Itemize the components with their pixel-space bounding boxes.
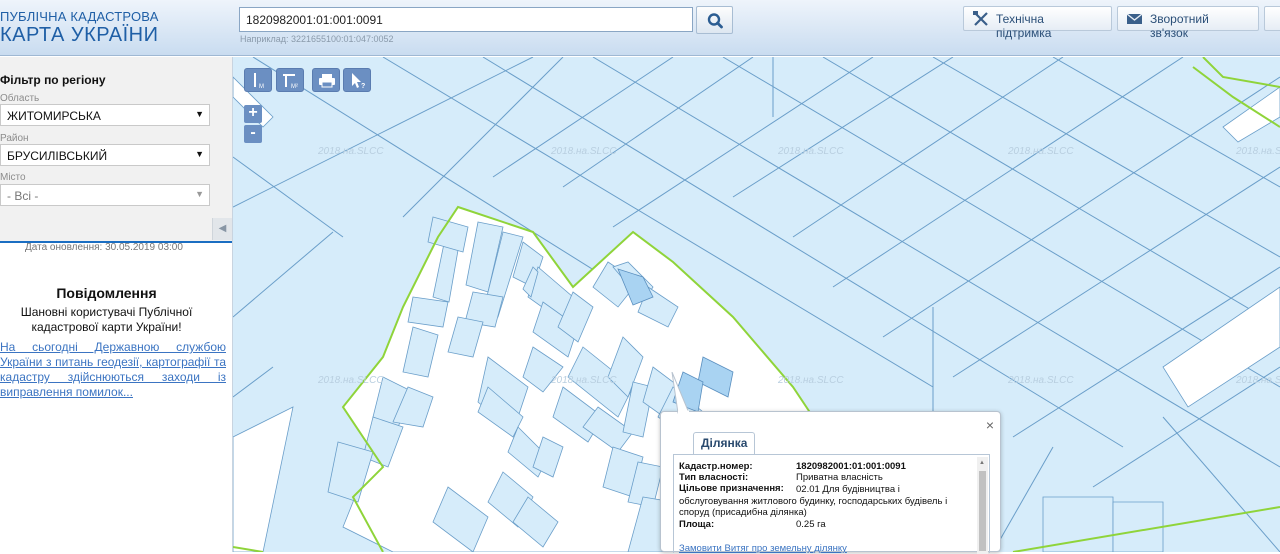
pointer-help-icon: ? (352, 73, 365, 90)
sidebar: Фільтр по регіону Область ЖИТОМИРСЬКА ▼ … (0, 57, 233, 552)
area-row: Площа: 0.25 га (679, 519, 826, 530)
more-button[interactable] (1264, 6, 1280, 31)
logo[interactable]: ПУБЛІЧНА КАДАСТРОВА КАРТА УКРАЇНИ (0, 10, 159, 45)
purpose-value: 02.01 Для будівництва і обслуговування ж… (679, 484, 971, 519)
measure-area-tool[interactable]: M² (276, 68, 304, 92)
dropdown-arrow-icon: ▼ (195, 109, 204, 119)
city-label: Місто (0, 172, 26, 183)
collapse-sidebar-button[interactable]: ◀ (212, 218, 232, 240)
search-hint: Наприклад: 3221655100:01:047:0052 (240, 34, 394, 44)
ownership-value: Приватна власність (796, 472, 883, 483)
watermark: 2018.на.SLCC (317, 375, 384, 386)
feedback-button[interactable]: Зворотний зв'язок (1117, 6, 1259, 40)
popup-body: Кадастр.номер: 1820982001:01:001:0091 Ти… (673, 454, 990, 554)
filter-title: Фільтр по регіону (0, 73, 106, 87)
district-value: БРУСИЛІВСЬКИЙ (7, 149, 108, 163)
watermark: 2018.на.SLCC (550, 146, 617, 157)
zoom-out-button[interactable]: - (244, 125, 262, 143)
region-label: Область (0, 93, 40, 104)
order-extract-link[interactable]: Замовити Витяг про земельну ділянку (679, 543, 847, 554)
watermark: 2018.на.SLCC (777, 375, 844, 386)
area-ruler-icon: M² (283, 74, 298, 90)
city-value: - Всі - (7, 189, 39, 203)
identify-tool[interactable]: ? (343, 68, 371, 92)
logo-line2: КАРТА УКРАЇНИ (0, 24, 159, 46)
watermark: 2018.на.SLCC (550, 375, 617, 386)
notice-link[interactable]: На сьогодні Державною службою України з … (0, 340, 226, 400)
city-select[interactable]: - Всі - ▼ (0, 184, 210, 206)
district-select[interactable]: БРУСИЛІВСЬКИЙ ▼ (0, 144, 210, 166)
measure-distance-tool[interactable]: M (244, 68, 272, 92)
region-filter: Фільтр по регіону Область ЖИТОМИРСЬКА ▼ … (0, 57, 232, 241)
area-label: Площа: (679, 519, 715, 530)
ownership-label: Тип власності: (679, 472, 749, 483)
zoom-in-button[interactable]: + (244, 105, 262, 123)
dropdown-arrow-icon: ▼ (195, 189, 204, 199)
logo-line1: ПУБЛІЧНА КАДАСТРОВА (0, 9, 159, 24)
watermark: 2018.на.SLCC (1007, 146, 1074, 157)
scroll-up-icon[interactable]: ▲ (979, 460, 985, 466)
scrollbar-thumb[interactable] (979, 471, 986, 551)
header: ПУБЛІЧНА КАДАСТРОВА КАРТА УКРАЇНИ Наприк… (0, 0, 1280, 56)
region-value: ЖИТОМИРСЬКА (7, 109, 101, 123)
feedback-label: Зворотний зв'язок (1150, 12, 1209, 40)
purpose-text: 02.01 Для будівництва і обслуговування ж… (679, 484, 948, 518)
notice-text: Шановні користувачі Публічної кадастрово… (20, 305, 193, 334)
tools-icon (973, 11, 988, 26)
ownership-row: Тип власності: Приватна власність (679, 472, 883, 483)
watermark: 2018.на.SLCC (1007, 375, 1074, 386)
watermark: 2018.на.SLCC (317, 146, 384, 157)
area-value: 0.25 га (796, 519, 826, 530)
watermark: 2018.на.SLCC (777, 146, 844, 157)
svg-text:?: ? (361, 83, 365, 90)
print-tool[interactable] (312, 68, 340, 92)
tech-support-label: Технічна підтримка (996, 12, 1052, 40)
tech-support-button[interactable]: Технічна підтримка (963, 6, 1112, 40)
district-label: Район (0, 133, 29, 144)
cadastral-search-input[interactable] (239, 7, 693, 32)
notice-title: Повідомлення (56, 285, 157, 301)
dropdown-arrow-icon: ▼ (195, 149, 204, 159)
svg-text:M: M (259, 84, 264, 90)
search-icon (707, 13, 723, 29)
watermark: 2018.на.SLCC (1235, 375, 1280, 386)
printer-icon (319, 74, 335, 88)
envelope-icon (1126, 13, 1143, 24)
popup-scrollbar[interactable]: ▲ (977, 457, 988, 554)
tab-parcel[interactable]: Ділянка (693, 432, 756, 454)
cadastral-label: Кадастр.номер: (679, 461, 753, 472)
svg-text:M²: M² (291, 84, 298, 90)
region-select[interactable]: ЖИТОМИРСЬКА ▼ (0, 104, 210, 126)
update-date: Дата оновлення: 30.05.2019 03:00 (25, 242, 183, 253)
cadastral-number-row: Кадастр.номер: 1820982001:01:001:0091 (679, 461, 906, 472)
ruler-icon: M (254, 73, 264, 90)
watermark: 2018.на.SLCC (1235, 146, 1280, 157)
parcel-info-popup: × Ділянка Кадастр.номер: 1820982001:01:0… (660, 372, 1001, 554)
search-button[interactable] (696, 6, 733, 34)
cadastral-value: 1820982001:01:001:0091 (796, 461, 906, 472)
popup-pointer (671, 372, 689, 414)
close-icon[interactable]: × (986, 417, 994, 433)
